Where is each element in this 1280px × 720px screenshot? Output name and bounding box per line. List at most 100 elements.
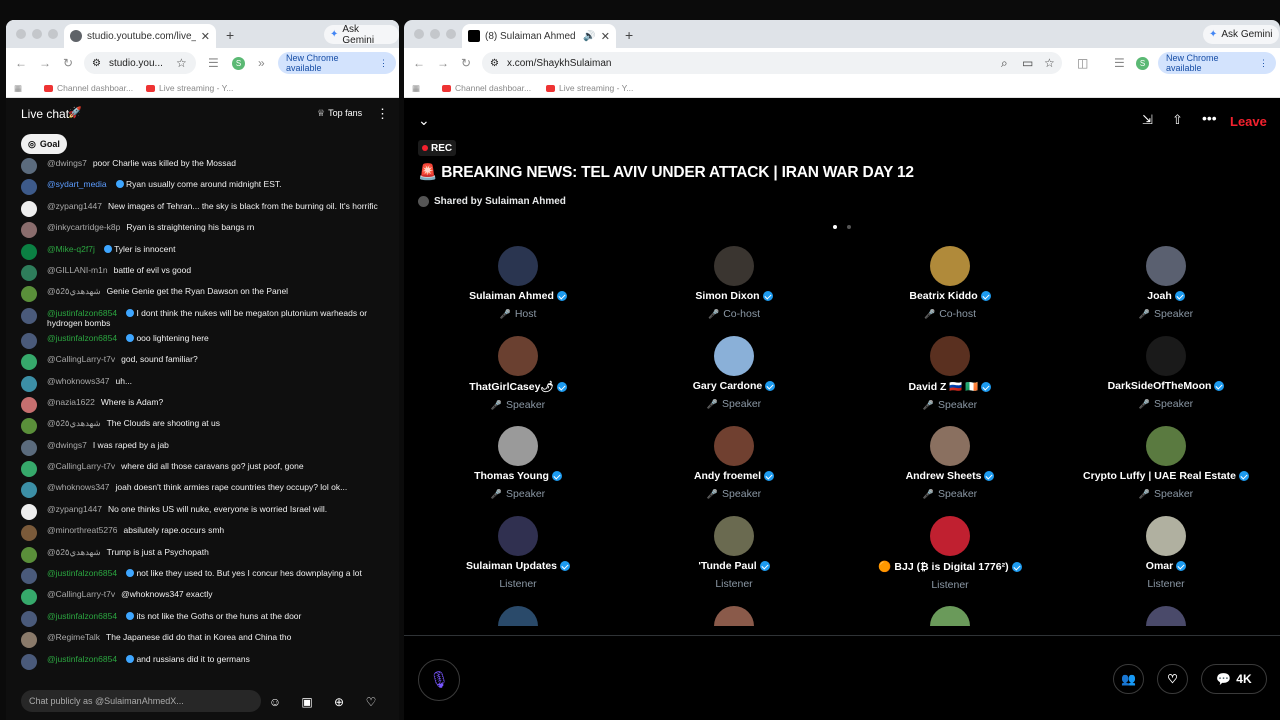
bookmark-channel-dashboard[interactable]: Channel dashboar... [44,83,133,93]
chat-message[interactable]: @CallingLarry-t7v where did all those car… [6,459,399,480]
avatar[interactable] [21,396,37,413]
close-tab-icon[interactable]: ✕ [601,30,610,43]
space-participant[interactable]: 'Tunde Paul Listener [626,516,842,590]
participant-avatar[interactable] [714,336,754,376]
participant-avatar[interactable] [498,606,538,626]
side-panel-icon[interactable]: ◫ [1077,56,1088,70]
chat-message[interactable]: @dwings7 poor Charlie was killed by the M… [6,156,399,177]
avatar[interactable] [21,610,37,627]
apps-icon[interactable]: ▦ [412,83,420,94]
ask-gemini-button[interactable]: ✦ Ask Gemini [1203,25,1279,44]
message-author[interactable]: @zypang1447 [47,504,102,514]
participant-avatar[interactable] [498,246,538,286]
leave-button[interactable]: Leave [1230,114,1267,129]
chat-message[interactable]: @inkycartridge-k8p Ryan is straightening … [6,220,399,241]
space-participant[interactable]: ThatGirlCasey🌶 🎤 Speaker [410,336,626,411]
apps-icon[interactable]: ▦ [14,83,22,94]
message-author[interactable]: @شهدهدي٥2٥ [47,418,101,428]
avatar[interactable] [21,222,37,239]
chat-message[interactable]: @شهدهدي٥2٥ Trump is just a Psychopath [6,545,399,566]
chat-message[interactable]: @zypang1447 No one thinks US will nuke, e… [6,502,399,523]
message-author[interactable]: @nazia1622 [47,397,95,407]
participant-avatar[interactable] [1146,246,1186,286]
avatar[interactable] [21,179,37,196]
message-author[interactable]: @شهدهدي٥2٥ [47,286,101,296]
bookmark-star-icon[interactable]: ☆ [176,56,187,70]
avatar[interactable] [21,158,37,174]
participant-avatar[interactable] [714,516,754,556]
tab-search-icon[interactable]: ☰ [1114,56,1125,70]
participant-avatar-partial[interactable] [410,606,626,626]
chat-message[interactable]: @zypang1447 New images of Tehran... the s… [6,199,399,220]
message-author[interactable]: @justinfalzon6854 [47,654,117,664]
avatar[interactable] [21,286,37,303]
speaker-icon[interactable]: 🔊 [583,31,595,42]
participant-avatar[interactable] [1146,606,1186,626]
participant-avatar[interactable] [930,516,970,556]
bookmark-live-streaming[interactable]: Live streaming - Y... [146,83,233,93]
page-dot-active[interactable] [833,225,837,229]
participant-avatar[interactable] [930,606,970,626]
chat-input[interactable]: Chat publicly as @SulaimanAhmedX... [21,690,261,712]
cast-icon[interactable]: ▭ [1022,56,1033,70]
kebab-menu-icon[interactable]: ⋮ [1259,58,1268,69]
avatar[interactable] [21,525,37,542]
tab-x-profile[interactable]: (8) Sulaiman Ahmed (@S 🔊 ✕ [462,24,616,48]
chat-message[interactable]: @dwings7 I was raped by a jab [6,438,399,459]
add-icon[interactable]: ⊕ [331,694,347,710]
avatar[interactable] [21,439,37,456]
collapse-chevron-icon[interactable]: ⌄ [418,112,430,129]
message-author[interactable]: @GILLANI-m1n [47,265,108,275]
participant-avatar[interactable] [714,426,754,466]
participant-avatar[interactable] [1146,516,1186,556]
space-participant[interactable]: DarkSideOfTheMoon 🎤 Speaker [1058,336,1274,410]
back-icon[interactable]: ← [413,56,425,70]
space-participant[interactable]: Sulaiman Ahmed 🎤 Host [410,246,626,320]
top-fans-button[interactable]: ♕ Top fans [317,108,362,119]
participant-avatar[interactable] [930,336,970,376]
message-author[interactable]: @justinfalzon6854 [47,333,117,343]
more-icon[interactable]: ••• [1202,110,1217,126]
address-bar[interactable]: ⚙ x.com/ShaykhSulaiman [482,52,1062,74]
avatar[interactable] [21,503,37,520]
bookmark-channel-dashboard[interactable]: Channel dashboar... [442,83,531,93]
space-participant[interactable]: David Z 🇷🇺 🇮🇪 🎤 Speaker [842,336,1058,411]
message-author[interactable]: @CallingLarry-t7v [47,461,115,471]
chat-message[interactable]: @justinfalzon6854 and russians did it to… [6,652,399,673]
chat-message[interactable]: @GILLANI-m1n battle of evil vs good [6,263,399,284]
people-button[interactable]: 👥 [1113,664,1144,694]
chat-message[interactable]: @شهدهدي٥2٥ Genie Genie get the Ryan Dawso… [6,284,399,305]
site-info-icon[interactable]: ⚙ [490,58,499,69]
participant-avatar-partial[interactable] [626,606,842,626]
forward-icon[interactable]: → [39,56,51,70]
tab-search-icon[interactable]: ☰ [208,56,219,70]
emoji-icon[interactable]: ☺ [267,694,283,710]
avatar[interactable] [21,482,37,499]
avatar[interactable] [21,589,37,606]
space-participant[interactable]: Thomas Young 🎤 Speaker [410,426,626,500]
profile-avatar[interactable]: S [1136,57,1149,70]
participant-avatar[interactable] [498,516,538,556]
space-participant[interactable]: Gary Cardone 🎤 Speaker [626,336,842,410]
avatar[interactable] [21,653,37,670]
chat-message[interactable]: @justinfalzon6854 its not like the Goths… [6,609,399,630]
avatar[interactable] [21,200,37,217]
chat-message[interactable]: @CallingLarry-t7v god, sound familiar? [6,352,399,373]
reload-icon[interactable]: ↻ [461,56,471,70]
minimize-icon[interactable]: ⇲ [1142,112,1153,128]
site-info-icon[interactable]: ⚙ [92,58,101,69]
avatar[interactable] [21,568,37,585]
chat-message[interactable]: @شهدهدي٥2٥ The Clouds are shooting at us [6,416,399,437]
message-author[interactable]: @minorthreat5276 [47,525,118,535]
window-controls[interactable] [16,29,58,39]
avatar[interactable] [21,461,37,478]
new-chrome-button[interactable]: New Chrome available ⋮ [1158,52,1276,74]
goal-chip[interactable]: ◎ Goal [21,134,67,154]
space-participant[interactable]: Simon Dixon 🎤 Co-host [626,246,842,320]
message-author[interactable]: @CallingLarry-t7v [47,354,115,364]
chat-message[interactable]: @minorthreat5276 absilutely rape.occurs s… [6,523,399,544]
message-author[interactable]: @justinfalzon6854 [47,611,117,621]
chat-message[interactable]: @CallingLarry-t7v @whoknows347 exactly [6,587,399,608]
avatar[interactable] [21,354,37,371]
chevron-more-icon[interactable]: » [258,56,265,70]
